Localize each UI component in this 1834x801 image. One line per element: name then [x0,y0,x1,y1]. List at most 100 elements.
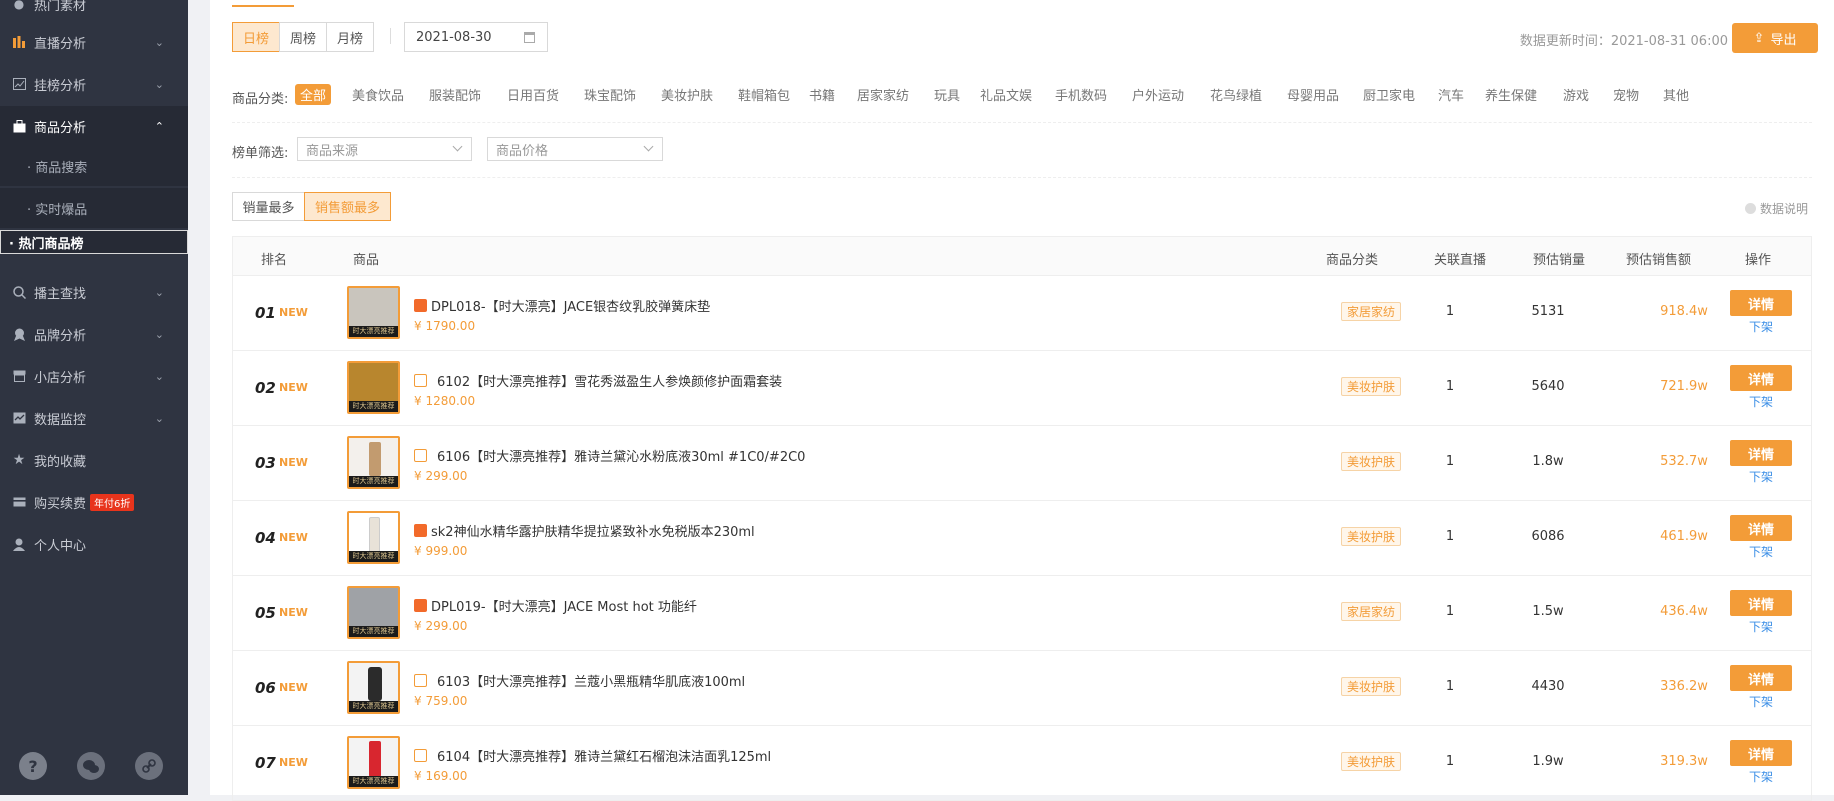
sidebar-item-product-analysis[interactable]: 商品分析 ⌃ [0,106,188,146]
detail-button[interactable]: 详情 [1730,590,1792,616]
line-chart-icon [12,77,26,91]
sidebar-subitem-hot-products[interactable]: · 热门商品榜 [0,230,188,254]
category-item[interactable]: 其他 [1658,84,1694,105]
user-icon [12,537,26,551]
sidebar-item-label: 品牌分析 [34,328,87,344]
product-thumbnail[interactable]: 时大漂亮推荐 [347,361,400,414]
data-info-label: 数据说明 [1759,202,1808,216]
export-button[interactable]: ⇪ 导出 [1732,23,1818,53]
product-title-text: 6103【时大漂亮推荐】兰蔻小黑瓶精华肌底液100ml [437,675,746,690]
sort-by-volume[interactable]: 销量最多 [232,192,305,221]
sidebar-item-anchor-search[interactable]: 播主查找 ⌄ [0,272,188,312]
source-placeholder: 商品来源 [306,143,359,159]
platform-icon [414,599,427,612]
platform-icon [414,524,427,537]
sidebar-item-label: 数据监控 [34,412,87,428]
sidebar-item-hang-analysis[interactable]: 挂榜分析 ⌄ [0,64,188,104]
category-item[interactable]: 礼品文娱 [975,84,1037,105]
delist-link[interactable]: 下架 [1749,393,1773,410]
sort-by-revenue[interactable]: 销售额最多 [304,192,391,221]
date-picker[interactable]: 2021-08-30 [404,22,548,52]
tab-daily[interactable]: 日榜 [232,22,280,52]
sidebar-item-renew[interactable]: 购买续费 年付6折 [0,482,188,522]
category-item[interactable]: 手机数码 [1050,84,1112,105]
shop-icon [12,369,26,383]
product-title[interactable]: DPL019-【时大漂亮】JACE Most hot 功能纤 [414,596,697,615]
monitor-icon [12,411,26,425]
detail-button[interactable]: 详情 [1730,740,1792,766]
category-item[interactable]: 居家家纺 [852,84,914,105]
category-item[interactable]: 母婴用品 [1282,84,1344,105]
sidebar-item-brand-analysis[interactable]: 品牌分析 ⌄ [0,314,188,354]
live-count: 1 [1445,679,1455,694]
chevron-down-icon [452,141,463,152]
category-item[interactable]: 汽车 [1433,84,1469,105]
category-item[interactable]: 游戏 [1558,84,1594,105]
data-info-link[interactable]: 数据说明 [1744,200,1808,217]
product-title[interactable]: sk2神仙水精华露护肤精华提拉紧致补水免税版本230ml [414,521,755,540]
category-item[interactable]: 养生保健 [1480,84,1542,105]
price-select[interactable]: 商品价格 [487,137,663,161]
category-item[interactable]: 美妆护肤 [656,84,718,105]
delist-link[interactable]: 下架 [1749,543,1773,560]
divider [390,28,391,44]
category-item[interactable]: 宠物 [1608,84,1644,105]
sidebar-subitem-label: · 实时爆品 [27,202,88,218]
product-thumbnail[interactable]: 时大漂亮推荐 [347,511,400,564]
delist-link[interactable]: 下架 [1749,618,1773,635]
detail-button[interactable]: 详情 [1730,290,1792,316]
detail-button[interactable]: 详情 [1730,665,1792,691]
category-item[interactable]: 厨卫家电 [1358,84,1420,105]
product-thumbnail[interactable]: 时大漂亮推荐 [347,286,400,339]
category-item[interactable]: 珠宝配饰 [579,84,641,105]
product-thumbnail[interactable]: 时大漂亮推荐 [347,661,400,714]
product-title[interactable]: DPL018-【时大漂亮】JACE银杏纹乳胶弹簧床垫 [414,296,710,315]
category-item[interactable]: 美食饮品 [347,84,409,105]
delist-link[interactable]: 下架 [1749,693,1773,710]
product-thumbnail[interactable]: 时大漂亮推荐 [347,436,400,489]
category-item[interactable]: 书籍 [804,84,840,105]
delist-link[interactable]: 下架 [1749,768,1773,785]
detail-button[interactable]: 详情 [1730,365,1792,391]
delist-link[interactable]: 下架 [1749,318,1773,335]
tab-weekly[interactable]: 周榜 [279,22,327,52]
product-title[interactable]: 6103【时大漂亮推荐】兰蔻小黑瓶精华肌底液100ml [414,671,745,690]
product-thumbnail[interactable]: 时大漂亮推荐 [347,736,400,789]
sidebar-item-data-monitor[interactable]: 数据监控 ⌄ [0,398,188,438]
detail-button[interactable]: 详情 [1730,440,1792,466]
upload-icon: ⇪ [1753,30,1765,46]
sidebar-item-live-analysis[interactable]: 直播分析 ⌄ [0,22,188,62]
product-thumbnail[interactable]: 时大漂亮推荐 [347,586,400,639]
sidebar-item-profile[interactable]: 个人中心 [0,524,188,564]
category-item[interactable]: 花鸟绿植 [1205,84,1267,105]
delist-link[interactable]: 下架 [1749,468,1773,485]
platform-icon [414,374,427,387]
header-rank: 排名 [261,253,288,268]
product-title[interactable]: 6106【时大漂亮推荐】雅诗兰黛沁水粉底液30ml #1C0/#2C0 [414,446,805,465]
sidebar-item-favorites[interactable]: ★ 我的收藏 [0,440,188,480]
category-item[interactable]: 户外运动 [1127,84,1189,105]
category-tag: 美妆护肤 [1341,377,1402,396]
product-title[interactable]: 6102【时大漂亮推荐】雪花秀滋盈生人参焕颜修护面霜套装 [414,371,782,390]
product-title[interactable]: 6104【时大漂亮推荐】雅诗兰黛红石榴泡沫洁面乳125ml [414,746,771,765]
help-icon[interactable]: ? [19,752,47,780]
wechat-icon[interactable] [77,752,105,780]
thumbnail-caption: 时大漂亮推荐 [349,776,398,787]
sidebar-subitem-realtime-hot[interactable]: · 实时爆品 [0,188,188,228]
sales-volume: 1.5w [1532,604,1564,619]
category-item[interactable]: 玩具 [929,84,965,105]
sidebar-item-hot-material[interactable]: ● 热门素材 [0,0,188,24]
link-icon[interactable] [135,752,163,780]
source-select[interactable]: 商品来源 [297,137,472,161]
sidebar-item-shop-analysis[interactable]: 小店分析 ⌄ [0,356,188,396]
category-item[interactable]: 服装配饰 [424,84,486,105]
product-image [349,738,398,780]
live-count: 1 [1445,754,1455,769]
category-item[interactable]: 鞋帽箱包 [733,84,795,105]
detail-button[interactable]: 详情 [1730,515,1792,541]
sidebar-subitem-product-search[interactable]: · 商品搜索 [0,146,188,186]
tab-monthly[interactable]: 月榜 [326,22,374,52]
product-title-text: DPL019-【时大漂亮】JACE Most hot 功能纤 [431,600,697,615]
category-all[interactable]: 全部 [295,84,332,105]
category-item[interactable]: 日用百货 [502,84,564,105]
